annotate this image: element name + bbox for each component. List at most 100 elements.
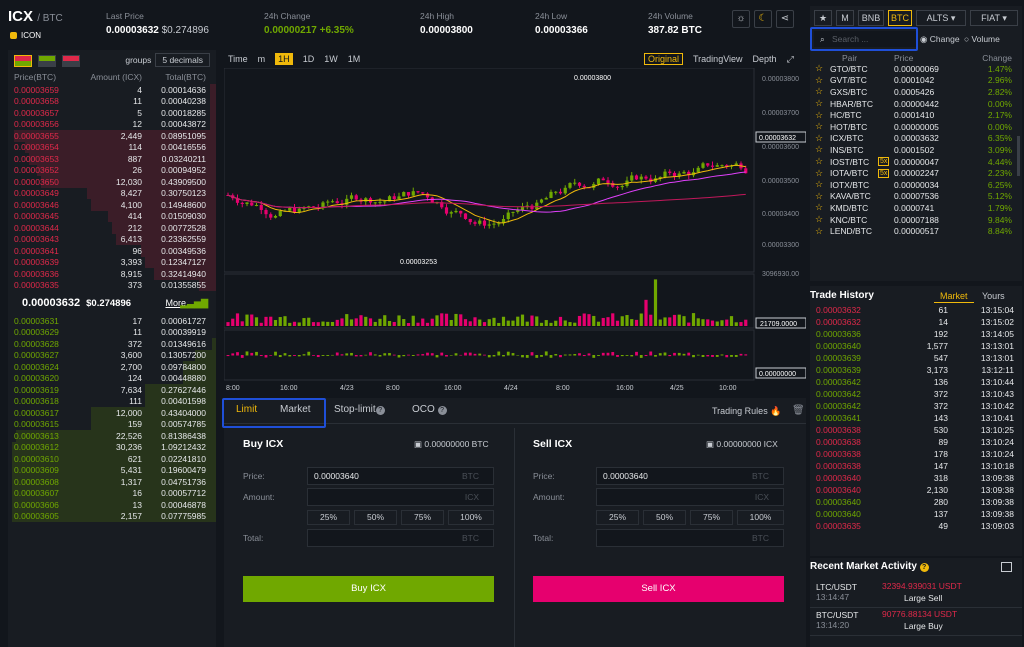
star-icon[interactable]: ☆ — [810, 156, 824, 167]
tradingview-button[interactable]: TradingView — [693, 54, 743, 64]
sell-price-input[interactable]: 0.00003640 BTC — [596, 467, 784, 485]
bid-row[interactable]: 0.00003612 30,236 1.09212432 — [8, 441, 216, 453]
market-row[interactable]: ☆ GXS/BTC 0.0005426 2.82% — [810, 86, 1016, 98]
ask-row[interactable]: 0.00003644 212 0.00772528 — [8, 222, 216, 234]
bid-row[interactable]: 0.00003629 11 0.00039919 — [8, 327, 216, 339]
star-icon[interactable]: ☆ — [810, 191, 824, 202]
bid-row[interactable]: 0.00003628 372 0.01349616 — [8, 338, 216, 350]
buy-pct-100[interactable]: 100% — [448, 510, 494, 525]
star-icon[interactable]: ☆ — [810, 179, 824, 190]
star-icon[interactable]: ☆ — [810, 202, 824, 213]
groups-selector[interactable]: groups 5 decimals — [125, 53, 210, 67]
star-icon[interactable]: ☆ — [810, 110, 824, 121]
tab-your-trades[interactable]: Yours — [982, 291, 1005, 301]
market-scrollbar[interactable] — [1017, 136, 1020, 176]
market-row[interactable]: ☆ LEND/BTC 0.00000517 8.84% — [810, 225, 1016, 237]
collapse-icon[interactable] — [1001, 562, 1012, 572]
ask-row[interactable]: 0.00003635 373 0.01355855 — [8, 279, 216, 291]
view-both-icon[interactable] — [14, 55, 32, 67]
buy-button[interactable]: Buy ICX — [243, 576, 494, 602]
star-icon[interactable]: ☆ — [810, 121, 824, 132]
ask-row[interactable]: 0.00003636 8,915 0.32414940 — [8, 268, 216, 280]
market-row[interactable]: ☆ INS/BTC 0.0001502 3.09% — [810, 144, 1016, 156]
trading-rules-link[interactable]: Trading Rules 🔥 — [712, 406, 781, 417]
tab-alts[interactable]: ALTS ▾ — [916, 10, 966, 26]
depth-button[interactable]: Depth — [753, 54, 777, 64]
interval-1m[interactable]: 1M — [348, 54, 361, 64]
bid-row[interactable]: 0.00003617 12,000 0.43404000 — [8, 407, 216, 419]
sell-pct-100[interactable]: 100% — [737, 510, 784, 525]
bid-row[interactable]: 0.00003631 17 0.00061727 — [8, 315, 216, 327]
sell-button[interactable]: Sell ICX — [533, 576, 784, 602]
market-row[interactable]: ☆ KMD/BTC 0.0000741 1.79% — [810, 202, 1016, 214]
star-icon[interactable]: ☆ — [810, 86, 824, 97]
interval-1h[interactable]: 1H — [275, 53, 293, 65]
market-row[interactable]: ☆ IOTA/BTC 5x 0.00002247 2.23% — [810, 167, 1016, 179]
star-icon[interactable]: ☆ — [810, 226, 824, 237]
ask-row[interactable]: 0.00003643 6,413 0.23362559 — [8, 233, 216, 245]
buy-pct-25[interactable]: 25% — [307, 510, 350, 525]
ask-row[interactable]: 0.00003646 4,100 0.14948600 — [8, 199, 216, 211]
activity-row[interactable]: LTC/USDT 13:14:47 32394.939031 USDT Large S… — [810, 580, 1022, 608]
view-bids-icon[interactable] — [38, 55, 56, 67]
ask-row[interactable]: 0.00003650 12,030 0.43909500 — [8, 176, 216, 188]
market-row[interactable]: ☆ ICX/BTC 0.00003632 6.35% — [810, 133, 1016, 145]
tab-stop-limit[interactable]: Stop-limit? — [334, 404, 385, 415]
ask-row[interactable]: 0.00003641 96 0.00349536 — [8, 245, 216, 257]
bid-row[interactable]: 0.00003620 124 0.00448880 — [8, 372, 216, 384]
ask-row[interactable]: 0.00003658 11 0.00040238 — [8, 95, 216, 107]
buy-price-input[interactable]: 0.00003640 BTC — [307, 467, 494, 485]
star-icon[interactable]: ☆ — [810, 133, 824, 144]
buy-amount-input[interactable]: ICX — [307, 488, 494, 506]
star-icon[interactable]: ☆ — [810, 214, 824, 225]
trash-icon[interactable]: 🗑 — [792, 405, 805, 416]
activity-row[interactable]: BTC/USDT 13:14:20 90776.88134 USDT Large Bu… — [810, 608, 1022, 636]
ask-row[interactable]: 0.00003657 5 0.00018285 — [8, 107, 216, 119]
ask-row[interactable]: 0.00003645 414 0.01509030 — [8, 210, 216, 222]
bid-row[interactable]: 0.00003607 16 0.00057712 — [8, 487, 216, 499]
market-row[interactable]: ☆ KNC/BTC 0.00007188 9.84% — [810, 214, 1016, 226]
bid-row[interactable]: 0.00003613 22,526 0.81386438 — [8, 430, 216, 442]
sell-pct-75[interactable]: 75% — [690, 510, 733, 525]
bid-row[interactable]: 0.00003624 2,700 0.09784800 — [8, 361, 216, 373]
star-icon[interactable]: ☆ — [810, 144, 824, 155]
market-row[interactable]: ☆ HC/BTC 0.0001410 2.17% — [810, 109, 1016, 121]
buy-pct-75[interactable]: 75% — [401, 510, 444, 525]
ask-row[interactable]: 0.00003652 26 0.00094952 — [8, 164, 216, 176]
star-icon[interactable]: ☆ — [810, 98, 824, 109]
bid-row[interactable]: 0.00003615 159 0.00574785 — [8, 418, 216, 430]
market-row[interactable]: ☆ IOTX/BTC 0.00000034 6.25% — [810, 179, 1016, 191]
bid-row[interactable]: 0.00003609 5,431 0.19600479 — [8, 464, 216, 476]
market-row[interactable]: ☆ KAVA/BTC 0.00007536 5.12% — [810, 191, 1016, 203]
ask-row[interactable]: 0.00003653 887 0.03240211 — [8, 153, 216, 165]
bid-row[interactable]: 0.00003605 2,157 0.07775985 — [8, 510, 216, 522]
star-icon[interactable]: ☆ — [810, 168, 824, 179]
radio-volume[interactable]: ○ Volume — [964, 34, 1000, 44]
bid-row[interactable]: 0.00003608 1,317 0.04751736 — [8, 476, 216, 488]
moon-icon[interactable]: ☾ — [754, 10, 772, 28]
ask-row[interactable]: 0.00003654 114 0.00416556 — [8, 141, 216, 153]
fullscreen-icon[interactable]: ⤢ — [787, 54, 794, 65]
ask-row[interactable]: 0.00003659 4 0.00014636 — [8, 84, 216, 96]
market-row[interactable]: ☆ GVT/BTC 0.0001042 2.96% — [810, 75, 1016, 87]
sell-total-input[interactable]: BTC — [596, 529, 784, 547]
original-view-button[interactable]: Original — [644, 53, 684, 65]
interval-1w[interactable]: 1W — [324, 54, 338, 64]
ask-row[interactable]: 0.00003655 2,449 0.08951095 — [8, 130, 216, 142]
interval-1d[interactable]: 1D — [303, 54, 315, 64]
sell-pct-50[interactable]: 50% — [643, 510, 686, 525]
tab-oco[interactable]: OCO ? — [412, 404, 447, 415]
tab-bnb[interactable]: BNB — [858, 10, 884, 26]
ask-row[interactable]: 0.00003639 3,393 0.12347127 — [8, 256, 216, 268]
buy-total-input[interactable]: BTC — [307, 529, 494, 547]
sun-icon[interactable]: ☼ — [732, 10, 750, 28]
buy-pct-50[interactable]: 50% — [354, 510, 397, 525]
sell-pct-25[interactable]: 25% — [596, 510, 639, 525]
tab-market-trades[interactable]: Market — [934, 290, 974, 303]
bid-row[interactable]: 0.00003610 621 0.02241810 — [8, 453, 216, 465]
coin-name[interactable]: ICON — [10, 31, 41, 40]
ask-row[interactable]: 0.00003656 12 0.00043872 — [8, 118, 216, 130]
tab-btc[interactable]: BTC — [888, 10, 912, 26]
market-row[interactable]: ☆ HOT/BTC 0.00000005 0.00% — [810, 121, 1016, 133]
view-asks-icon[interactable] — [62, 55, 80, 67]
